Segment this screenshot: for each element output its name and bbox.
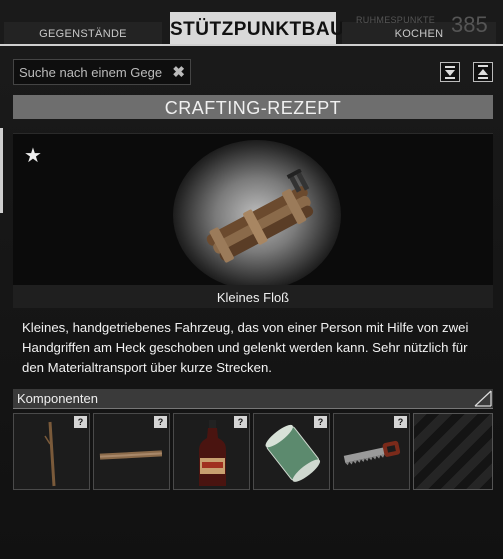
clear-search-icon[interactable]: ✖ bbox=[172, 63, 185, 81]
component-slot-stick[interactable]: ? bbox=[13, 413, 90, 490]
search-input[interactable] bbox=[19, 60, 169, 84]
components-header: Komponenten bbox=[13, 389, 493, 409]
unknown-badge: ? bbox=[314, 416, 327, 428]
unknown-badge: ? bbox=[74, 416, 87, 428]
unknown-badge: ? bbox=[154, 416, 167, 428]
sort-ascending-button[interactable] bbox=[473, 62, 493, 82]
tab-base-building[interactable]: STÜTZPUNKTBAU bbox=[170, 12, 344, 44]
tab-underline bbox=[0, 44, 503, 46]
favorite-star-icon[interactable]: ★ bbox=[24, 143, 42, 168]
top-tab-bar: GEGENSTÄNDE STÜTZPUNKTBAU KOCHEN RUHMESP… bbox=[0, 0, 503, 44]
sort-up-icon bbox=[478, 65, 488, 79]
crafting-recipe-header: CRAFTING-REZEPT bbox=[13, 95, 493, 119]
small-raft-image bbox=[206, 169, 314, 263]
component-slot-plank[interactable]: ? bbox=[93, 413, 170, 490]
tab-items[interactable]: GEGENSTÄNDE bbox=[4, 22, 162, 44]
unknown-badge: ? bbox=[394, 416, 407, 428]
fame-points-value: 385 bbox=[451, 12, 488, 37]
item-preview-panel: ★ Kleines Floß bbox=[13, 133, 493, 308]
component-slot-empty bbox=[413, 413, 493, 490]
components-label: Komponenten bbox=[17, 391, 98, 406]
sort-descending-button[interactable] bbox=[440, 62, 460, 82]
component-slot-duct-tape[interactable]: ? bbox=[253, 413, 330, 490]
search-box[interactable]: ✖ bbox=[13, 59, 191, 85]
collapse-corner-icon[interactable] bbox=[473, 389, 493, 408]
list-scrollbar[interactable] bbox=[0, 128, 3, 213]
fame-points-label: RUHMESPUNKTE bbox=[356, 15, 436, 25]
component-slot-bottle[interactable]: ? bbox=[173, 413, 250, 490]
unknown-badge: ? bbox=[234, 416, 247, 428]
sort-down-icon bbox=[445, 66, 455, 79]
item-description: Kleines, handgetriebenes Fahrzeug, das v… bbox=[22, 320, 469, 375]
component-slot-saw[interactable]: ? bbox=[333, 413, 410, 490]
item-name: Kleines Floß bbox=[13, 285, 493, 308]
